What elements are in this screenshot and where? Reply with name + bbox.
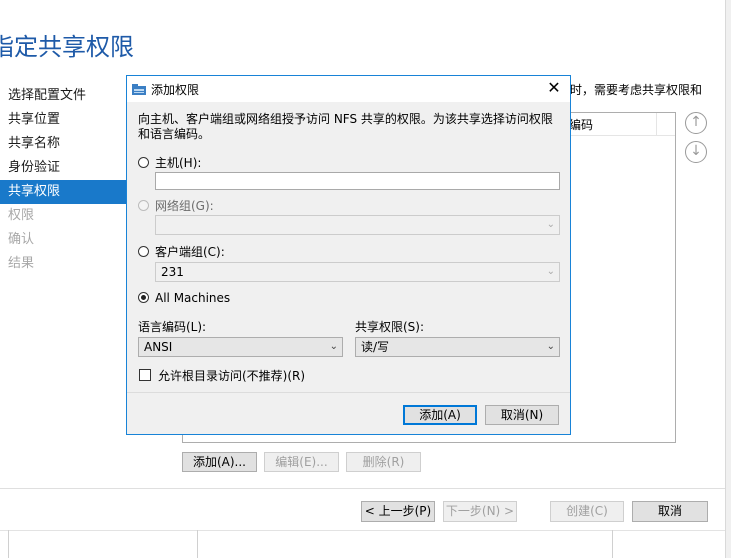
divider	[197, 530, 198, 558]
nav-item-permissions: 权限	[8, 208, 35, 223]
create-button[interactable]: 创建(C)	[550, 501, 624, 522]
allmachines-option[interactable]: All Machines	[138, 291, 230, 305]
arrow-down-icon: ↓	[690, 143, 702, 159]
dialog-body: 向主机、客户端组或网络组授予访问 NFS 共享的权限。为该共享选择访问权限和语言…	[127, 102, 570, 407]
window-edge	[725, 0, 731, 558]
host-label: 主机(H):	[155, 156, 202, 170]
nav-item-confirm: 确认	[8, 232, 35, 247]
dialog-description: 向主机、客户端组或网络组授予访问 NFS 共享的权限。为该共享选择访问权限和语言…	[138, 112, 553, 141]
dialog-titlebar[interactable]: 添加权限 ✕	[127, 76, 570, 102]
clientgroup-select[interactable]: 231 ⌄	[155, 262, 560, 282]
add-permission-dialog: 添加权限 ✕ 向主机、客户端组或网络组授予访问 NFS 共享的权限。为该共享选择…	[126, 75, 571, 435]
permission-value: 读/写	[361, 340, 390, 354]
move-down-button[interactable]: ↓	[685, 141, 707, 163]
clientgroup-value: 231	[161, 265, 184, 279]
share-folder-icon	[131, 81, 147, 97]
nav-item-share-name[interactable]: 共享名称	[0, 132, 126, 156]
chevron-down-icon: ⌄	[546, 219, 555, 230]
host-radio[interactable]	[138, 157, 149, 168]
allmachines-label: All Machines	[155, 291, 231, 305]
page-description: 时，需要考虑共享权限和	[570, 83, 703, 97]
dialog-cancel-button[interactable]: 取消(N)	[485, 405, 559, 425]
clientgroup-option[interactable]: 客户端组(C):	[138, 243, 225, 260]
permission-label: 共享权限(S):	[355, 320, 425, 334]
nav-item-share-permissions[interactable]: 共享权限	[0, 180, 126, 204]
divider	[8, 530, 9, 558]
remove-permission-button[interactable]: 删除(R)	[346, 452, 421, 472]
taskbar-strip	[0, 530, 725, 559]
root-access-checkbox[interactable]	[139, 369, 151, 381]
host-option[interactable]: 主机(H):	[138, 154, 201, 171]
column-header-encoding[interactable]: 编码	[569, 116, 593, 133]
netgroup-option[interactable]: 网络组(G):	[138, 197, 214, 214]
chevron-down-icon: ⌄	[329, 341, 338, 352]
clientgroup-radio[interactable]	[138, 246, 149, 257]
nav-item-results: 结果	[8, 256, 35, 271]
nav-item-share-location[interactable]: 共享位置	[0, 108, 126, 132]
netgroup-radio[interactable]	[138, 200, 149, 211]
move-up-button[interactable]: ↑	[685, 112, 707, 134]
netgroup-label: 网络组(G):	[155, 199, 214, 213]
arrow-up-icon: ↑	[690, 114, 702, 130]
netgroup-select[interactable]: ⌄	[155, 215, 560, 235]
wizard-cancel-button[interactable]: 取消	[632, 501, 708, 522]
dialog-title: 添加权限	[151, 83, 200, 97]
encoding-label: 语言编码(L):	[138, 320, 207, 334]
chevron-down-icon: ⌄	[546, 341, 555, 352]
dialog-footer-divider	[127, 392, 570, 393]
divider	[612, 530, 613, 558]
nav-item-select-profile[interactable]: 选择配置文件	[0, 84, 126, 108]
footer-divider	[0, 488, 725, 489]
allmachines-radio[interactable]	[138, 292, 149, 303]
add-permission-button[interactable]: 添加(A)...	[182, 452, 257, 472]
edit-permission-button[interactable]: 编辑(E)...	[264, 452, 339, 472]
chevron-down-icon: ⌄	[546, 266, 555, 277]
encoding-select[interactable]: ANSI ⌄	[138, 337, 343, 357]
permission-select[interactable]: 读/写 ⌄	[355, 337, 560, 357]
close-icon[interactable]: ✕	[544, 78, 564, 98]
host-input[interactable]	[155, 172, 560, 190]
encoding-value: ANSI	[144, 340, 173, 354]
dialog-add-button[interactable]: 添加(A)	[403, 405, 477, 425]
clientgroup-label: 客户端组(C):	[155, 245, 225, 259]
root-access-label[interactable]: 允许根目录访问(不推荐)(R)	[158, 367, 305, 384]
next-button[interactable]: 下一步(N) >	[443, 501, 517, 522]
page-title: 指定共享权限	[0, 33, 134, 61]
column-divider	[656, 113, 657, 135]
previous-button[interactable]: < 上一步(P)	[361, 501, 435, 522]
nav-item-authentication[interactable]: 身份验证	[0, 156, 126, 180]
